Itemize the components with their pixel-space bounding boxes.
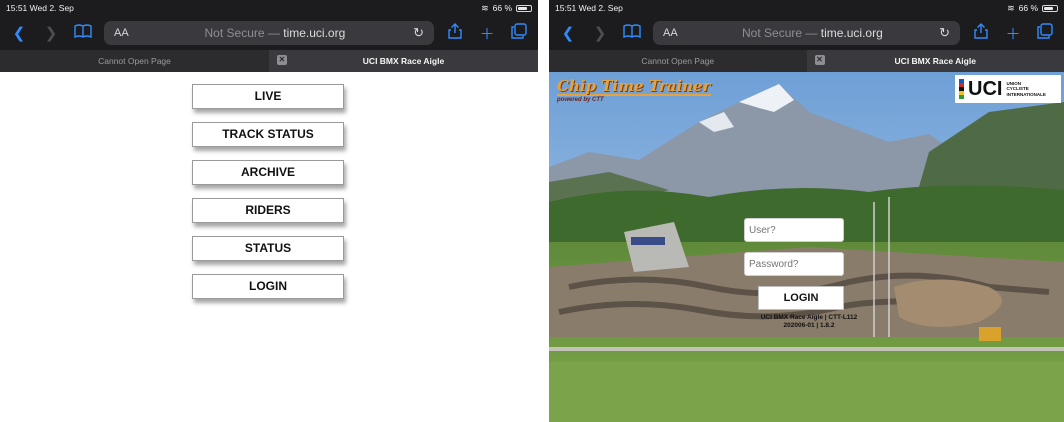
address-bar[interactable]: AA Not Secure — time.uci.org ↻ [104,21,434,45]
tabs-icon[interactable] [508,23,530,43]
battery-icon [516,4,532,12]
share-icon[interactable] [444,23,466,43]
reader-aa-button[interactable]: AA [663,27,678,39]
menu-status-button[interactable]: STATUS [192,236,344,261]
close-icon[interactable]: ✕ [814,55,825,65]
menu-login-button[interactable]: LOGIN [192,274,344,299]
close-icon[interactable]: ✕ [277,55,287,65]
menu-live-button[interactable]: LIVE [192,84,344,109]
url-domain: time.uci.org [283,26,346,40]
battery-percent: 66 % [1018,3,1038,13]
tab-label: Cannot Open Page [98,56,171,66]
browser-toolbar: ❮ ❯ AA Not Secure — time.uci.org ↻ ＋ [0,16,538,50]
not-secure-label: Not Secure — [742,26,818,40]
reader-aa-button[interactable]: AA [114,27,129,39]
book-icon[interactable] [621,24,643,42]
version-footer: UCI BMX Race Aigle | CTT-L112 202006-01 … [739,314,879,330]
reload-icon[interactable]: ↻ [939,25,950,41]
chevron-right-icon[interactable]: ❯ [589,24,611,42]
wifi-icon: ≋ [481,2,489,13]
tab-label: Cannot Open Page [641,56,715,66]
tab-label: UCI BMX Race Aigle [362,56,445,66]
tab-cannot-open-page[interactable]: Cannot Open Page [549,50,807,72]
chevron-right-icon[interactable]: ❯ [40,24,62,42]
brand-title: Chip Time Trainer [557,77,711,96]
status-time: 15:51 Wed 2. Sep [555,3,623,13]
wifi-icon: ≋ [1007,2,1015,13]
reload-icon[interactable]: ↻ [413,25,424,41]
login-submit-button[interactable]: LOGIN [758,286,844,310]
plus-icon[interactable]: ＋ [1002,23,1024,44]
footer-line-2: 202006-01 | 1.8.2 [783,322,835,329]
not-secure-label: Not Secure — [204,26,280,40]
status-time: 15:51 Wed 2. Sep [6,3,74,13]
status-bar: 15:51 Wed 2. Sep ≋ 66 % [0,0,538,16]
main-menu: LIVE TRACK STATUS ARCHIVE RIDERS STATUS … [192,84,346,312]
url-domain: time.uci.org [820,26,883,40]
login-page: Chip Time Trainer powered by CTT UCI UNI… [549,72,1064,422]
uci-sub-line3: INTERNATIONALE [1006,91,1046,97]
chevron-left-icon[interactable]: ❮ [557,24,579,42]
uci-stripes [959,79,964,99]
login-form: LOGIN [744,218,844,310]
menu-archive-button[interactable]: ARCHIVE [192,160,344,185]
browser-window-menu: 15:51 Wed 2. Sep ≋ 66 % ❮ ❯ AA Not Secur… [0,0,538,422]
tab-cannot-open-page[interactable]: Cannot Open Page [0,50,269,72]
share-icon[interactable] [970,23,992,43]
uci-mark: UCI [968,78,1003,100]
uci-logo: UCI UNION CYCLISTE INTERNATIONALE [955,75,1061,103]
tab-strip: Cannot Open Page ✕ UCI BMX Race Aigle [0,50,538,72]
tab-uci-bmx-race-aigle[interactable]: ✕ UCI BMX Race Aigle [806,50,1064,72]
status-bar: 15:51 Wed 2. Sep ≋ 66 % [549,0,1064,16]
book-icon[interactable] [72,24,94,42]
tab-uci-bmx-race-aigle[interactable]: ✕ UCI BMX Race Aigle [269,50,538,72]
chevron-left-icon[interactable]: ❮ [8,24,30,42]
footer-line-1: UCI BMX Race Aigle | CTT-L112 [760,314,858,321]
tab-strip: Cannot Open Page ✕ UCI BMX Race Aigle [549,50,1064,72]
tabs-icon[interactable] [1034,23,1056,43]
screenshot-stage: 15:51 Wed 2. Sep ≋ 66 % ❮ ❯ AA Not Secur… [0,0,1064,422]
browser-toolbar: ❮ ❯ AA Not Secure — time.uci.org ↻ ＋ [549,16,1064,50]
browser-window-login: 15:51 Wed 2. Sep ≋ 66 % ❮ ❯ AA Not Secur… [549,0,1064,422]
user-input[interactable] [744,218,844,242]
plus-icon[interactable]: ＋ [476,23,498,44]
battery-icon [1042,4,1058,12]
battery-percent: 66 % [492,3,512,13]
menu-track-status-button[interactable]: TRACK STATUS [192,122,344,147]
password-input[interactable] [744,252,844,276]
chip-time-trainer-logo: Chip Time Trainer powered by CTT [557,78,711,103]
menu-riders-button[interactable]: RIDERS [192,198,344,223]
tab-label: UCI BMX Race Aigle [894,56,976,66]
brand-subtitle: powered by CTT [557,97,604,103]
address-bar[interactable]: AA Not Secure — time.uci.org ↻ [653,21,960,45]
